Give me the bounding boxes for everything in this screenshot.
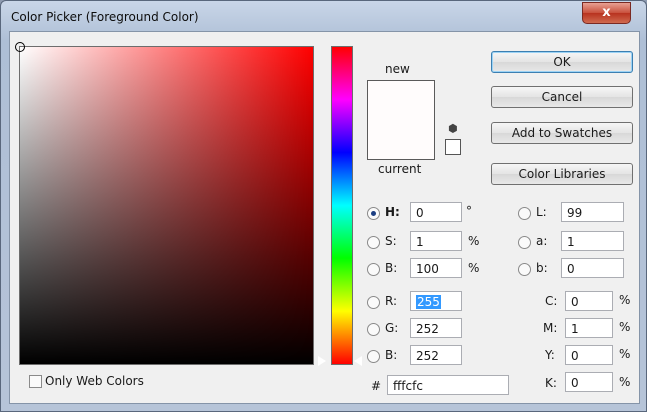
label-g: G:: [385, 321, 399, 335]
radio-rgb-b[interactable]: [367, 350, 380, 363]
close-icon: x: [602, 5, 611, 20]
radio-lab-b[interactable]: [518, 263, 531, 276]
field-g[interactable]: 252: [410, 318, 462, 338]
field-h[interactable]: 0: [410, 202, 462, 222]
label-h: H:: [385, 205, 400, 219]
hue-slider-left-handle[interactable]: [317, 355, 326, 367]
label-l: L:: [536, 205, 547, 219]
label-k: K:: [545, 376, 557, 390]
add-to-swatches-button[interactable]: Add to Swatches: [491, 122, 633, 144]
close-button[interactable]: x: [582, 2, 631, 24]
cube-icon[interactable]: ⬢: [448, 122, 458, 135]
field-rgb-b[interactable]: 252: [410, 345, 462, 365]
unit-h: °: [466, 204, 472, 218]
field-c[interactable]: 0: [565, 291, 613, 311]
field-r[interactable]: 255: [410, 291, 462, 311]
label-y: Y:: [545, 348, 555, 362]
radio-l[interactable]: [518, 207, 531, 220]
field-y[interactable]: 0: [565, 345, 613, 365]
label-m: M:: [543, 321, 558, 335]
unit-c: %: [619, 293, 631, 307]
label-r: R:: [385, 294, 398, 308]
label-lab-b: b:: [536, 261, 548, 275]
hex-field[interactable]: fffcfc: [387, 375, 509, 395]
saturation-brightness-field[interactable]: [15, 42, 314, 365]
window-title: Color Picker (Foreground Color): [11, 10, 199, 24]
color-libraries-button[interactable]: Color Libraries: [491, 163, 633, 185]
web-safe-swatch-icon[interactable]: [445, 139, 461, 155]
current-label: current: [378, 162, 422, 176]
label-b: B:: [385, 261, 398, 275]
field-s[interactable]: 1: [410, 231, 462, 251]
radio-r[interactable]: [367, 296, 380, 309]
color-field-marker[interactable]: [15, 42, 25, 52]
only-web-colors-label: Only Web Colors: [45, 374, 144, 388]
field-lab-b[interactable]: 0: [561, 258, 624, 278]
field-k[interactable]: 0: [565, 372, 613, 392]
cancel-button[interactable]: Cancel: [491, 86, 633, 108]
field-l[interactable]: 99: [561, 202, 624, 222]
new-label: new: [385, 62, 410, 76]
hue-slider[interactable]: [331, 46, 353, 365]
label-c: C:: [545, 294, 558, 308]
unit-k: %: [619, 375, 631, 389]
label-s: S:: [385, 234, 397, 248]
unit-y: %: [619, 347, 631, 361]
unit-m: %: [619, 320, 631, 334]
field-m[interactable]: 1: [565, 318, 613, 338]
radio-a[interactable]: [518, 236, 531, 249]
ok-button[interactable]: OK: [491, 51, 633, 73]
field-b[interactable]: 100: [410, 258, 462, 278]
radio-h[interactable]: [367, 207, 380, 220]
field-a[interactable]: 1: [561, 231, 624, 251]
unit-b: %: [468, 261, 480, 275]
color-preview-swatch: [367, 80, 435, 160]
label-a: a:: [536, 234, 548, 248]
unit-s: %: [468, 234, 480, 248]
hue-slider-right-handle[interactable]: [354, 356, 362, 366]
field-r-value: 255: [416, 295, 441, 309]
only-web-colors-checkbox[interactable]: [29, 375, 42, 388]
radio-s[interactable]: [367, 236, 380, 249]
label-rgb-b: B:: [385, 348, 398, 362]
radio-b[interactable]: [367, 263, 380, 276]
hex-label: #: [371, 379, 382, 393]
radio-g[interactable]: [367, 323, 380, 336]
